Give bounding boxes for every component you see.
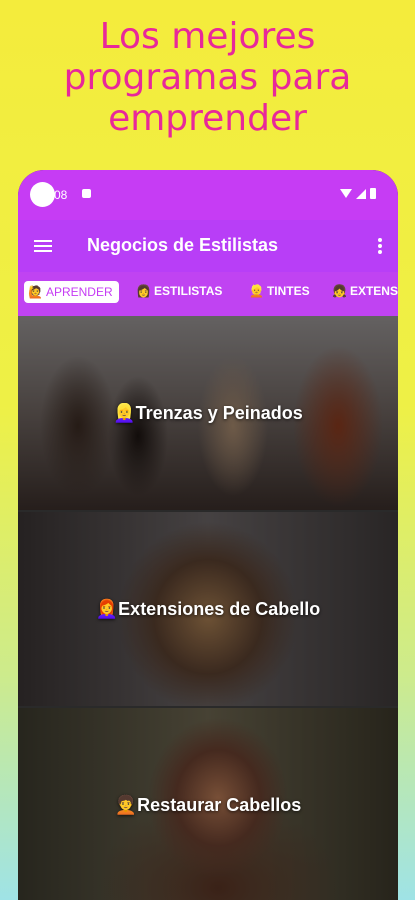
tab-label: EXTENS — [349, 284, 398, 298]
status-icons — [340, 188, 376, 199]
tab-label: APRENDER — [45, 285, 113, 299]
tab-label: ESTILISTAS — [153, 284, 223, 298]
tab-estilistas[interactable]: 👩 ESTILISTAS — [136, 284, 222, 298]
camera-cutout — [30, 182, 55, 207]
card-title: 🧑‍🦱Restaurar Cabellos — [114, 794, 302, 815]
card-title: 👩‍🦰Extensiones de Cabello — [95, 598, 321, 619]
tab-bar: 🙋 APRENDER 👩 ESTILISTAS 👱 TINTES 👧 EXTEN… — [18, 272, 398, 316]
promo-headline: Los mejores programas para emprender — [63, 16, 352, 139]
card-emoji-icon: 👩‍🦰 — [95, 598, 119, 619]
tab-tintes[interactable]: 👱 TINTES — [249, 284, 310, 298]
status-bar: 08 — [18, 170, 398, 220]
more-vertical-icon[interactable] — [378, 238, 382, 256]
notification-icon — [82, 189, 91, 198]
card-title: 👱‍♀️Trenzas y Peinados — [113, 402, 303, 423]
tab-extensiones[interactable]: 👧 EXTENS — [332, 284, 398, 298]
category-list: 👱‍♀️Trenzas y Peinados 👩‍🦰Extensiones de… — [18, 316, 398, 900]
app-title: Negocios de Estilistas — [87, 235, 279, 255]
tab-emoji-icon: 🙋 — [28, 285, 43, 299]
tab-emoji-icon: 👩 — [136, 284, 151, 298]
hamburger-menu-icon[interactable] — [34, 240, 52, 252]
tab-aprender[interactable]: 🙋 APRENDER — [24, 281, 119, 303]
battery-icon — [370, 188, 376, 199]
card-emoji-icon: 👱‍♀️ — [113, 402, 136, 423]
card-emoji-icon: 🧑‍🦱 — [114, 794, 138, 815]
tab-label: TINTES — [266, 284, 310, 298]
category-card-restaurar[interactable]: 🧑‍🦱Restaurar Cabellos — [18, 708, 398, 900]
status-time: 08 — [54, 188, 68, 202]
app-bar: Negocios de Estilistas — [18, 220, 398, 272]
tab-emoji-icon: 👧 — [332, 284, 347, 298]
wifi-icon — [340, 189, 352, 198]
phone-screen: 08 Negocios de Estilistas 🙋 APRENDER 👩 E… — [18, 170, 398, 900]
category-card-trenzas[interactable]: 👱‍♀️Trenzas y Peinados — [18, 316, 398, 510]
tab-emoji-icon: 👱 — [249, 284, 264, 298]
category-card-extensiones[interactable]: 👩‍🦰Extensiones de Cabello — [18, 512, 398, 706]
signal-icon — [356, 188, 366, 199]
